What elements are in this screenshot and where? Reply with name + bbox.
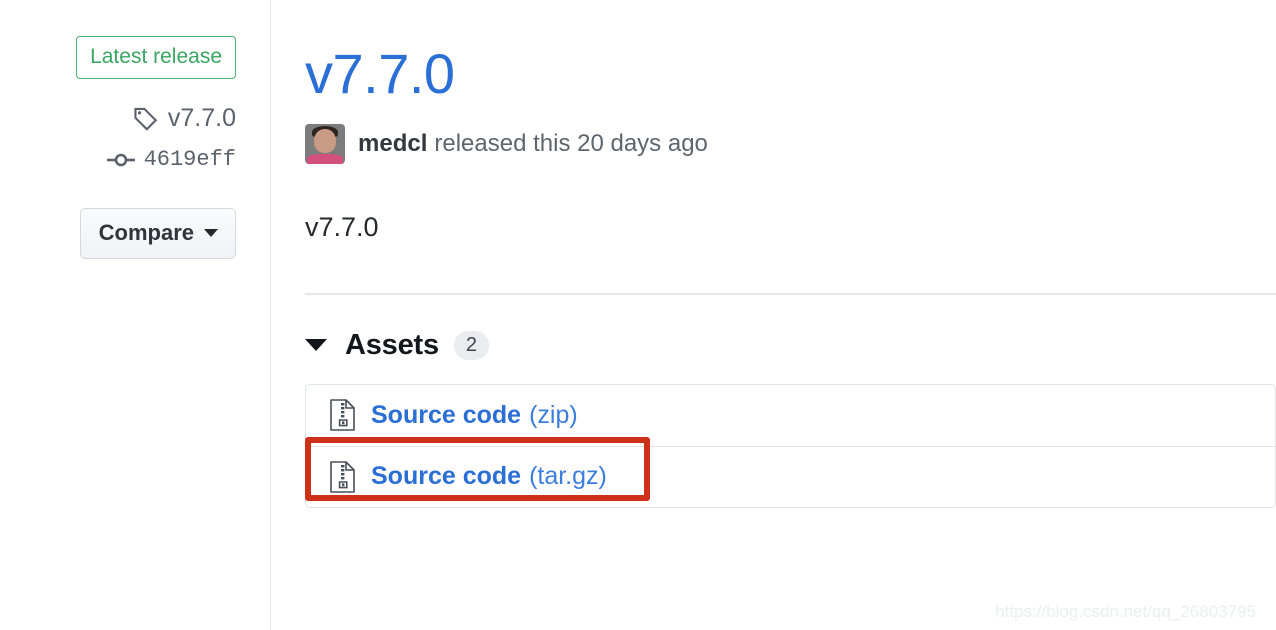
column-divider (270, 0, 271, 630)
author-name[interactable]: medcl (358, 130, 427, 158)
tag-label: v7.7.0 (167, 104, 236, 132)
asset-name: Source code (371, 462, 522, 491)
avatar-detail (314, 128, 336, 153)
asset-row-source-code-targz[interactable]: Source code (tar.gz) (306, 445, 1275, 507)
latest-release-badge: Latest release (76, 36, 236, 79)
section-divider (305, 292, 1276, 295)
asset-name: Source code (371, 400, 522, 429)
asset-row-source-code-zip[interactable]: Source code (zip) (306, 385, 1275, 446)
release-main: v7.7.0 medcl released this 20 days ago v… (305, 0, 1276, 630)
commit-sha: 4619eff (143, 147, 236, 172)
chevron-down-icon (204, 229, 218, 237)
asset-extension: (tar.gz) (529, 462, 607, 491)
avatar-detail (307, 153, 343, 164)
git-commit-icon (106, 150, 135, 170)
assets-count-badge: 2 (453, 330, 490, 360)
commit-row[interactable]: 4619eff (0, 147, 236, 172)
release-page: Latest release v7.7.0 4619eff Compare v7… (0, 0, 1276, 630)
tag-row[interactable]: v7.7.0 (0, 104, 236, 133)
assets-label: Assets (345, 328, 439, 361)
published-text: released this 20 days ago (434, 129, 708, 157)
compare-button[interactable]: Compare (79, 208, 236, 259)
assets-list: Source code (zip) Source code (tar.gz) (305, 383, 1276, 508)
watermark: https://blog.csdn.net/qq_26803795 (995, 602, 1256, 621)
avatar[interactable] (305, 123, 345, 164)
release-sidebar: Latest release v7.7.0 4619eff Compare (0, 0, 250, 630)
release-body: v7.7.0 (305, 211, 379, 242)
asset-extension: (zip) (529, 400, 578, 429)
tag-icon (133, 106, 159, 132)
triangle-down-icon (305, 339, 327, 352)
assets-toggle[interactable]: Assets 2 (305, 328, 490, 362)
compare-button-label: Compare (98, 220, 194, 245)
file-zip-icon (330, 399, 356, 431)
release-title[interactable]: v7.7.0 (305, 0, 455, 104)
file-zip-icon (330, 460, 356, 493)
release-byline: medcl released this 20 days ago (305, 123, 1276, 164)
